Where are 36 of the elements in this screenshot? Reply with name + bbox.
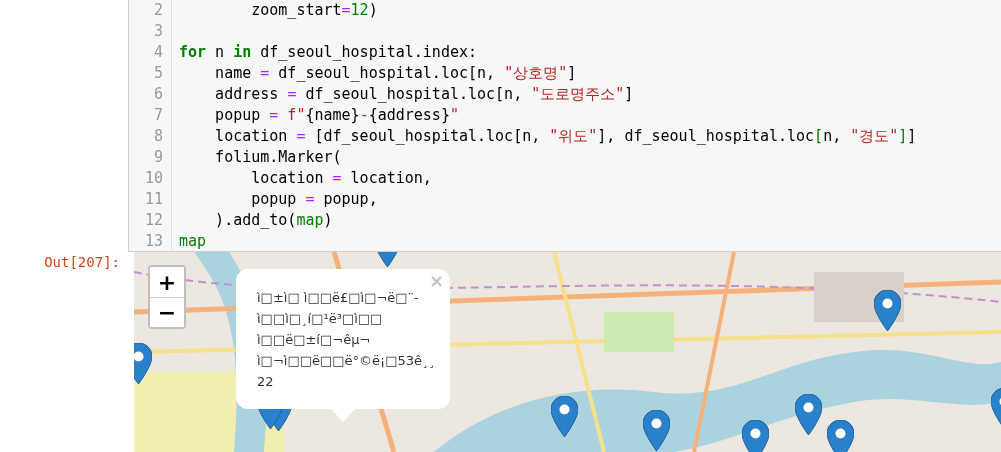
marker-icon[interactable] [874,290,901,331]
line-number: 10 [143,168,164,189]
marker-icon[interactable] [827,420,854,452]
zoom-out-button[interactable]: − [150,297,184,327]
code-line: popup = f"{name}-{address}" [214,105,459,126]
line-number: 8 [152,126,164,147]
marker-icon[interactable] [551,396,578,437]
marker-icon[interactable] [643,410,670,451]
code-line: map [179,231,207,251]
line-number: 13 [143,231,164,251]
popup-text: 22 [257,373,274,391]
popup-text: ì□±ì□ ì□□ë£□ì□¬ë□¨- [257,289,419,307]
code-line: zoom_start=12) [250,0,378,21]
marker-icon[interactable] [742,420,769,452]
code-line: folium.Marker( [214,147,342,168]
popup-text: ì□¬ì□□ë□□ë°©ë¡□53ê¸¸ [257,352,436,370]
line-number: 4 [152,42,164,63]
code-line: address = df_seoul_hospital.loc[n, "도로명주소"] [214,84,634,105]
line-number: 5 [152,63,164,84]
output-prompt: Out[207]: [44,253,121,270]
code-line: popup = popup, [250,189,378,210]
line-number: 9 [152,147,164,168]
marker-icon[interactable] [795,394,822,435]
code-line: name = df_seoul_hospital.loc[n, "상호명"] [214,63,577,84]
popup-text: ì□□ë□±í□¬êµ¬ [257,331,371,349]
code-line: location = [df_seoul_hospital.loc[n, "위도"], df_seoul_hospital.loc[n, "경도"]] [214,126,917,147]
popup-text: ì□□ì□¸í□¹ë³□ì□□ [257,310,383,328]
line-number: 6 [152,84,164,105]
line-number: 11 [143,189,164,210]
line-number: 7 [152,105,164,126]
code-line: ).add_to(map) [214,210,333,231]
line-number: 2 [152,0,164,21]
line-number: 12 [143,210,164,231]
code-line: location = location, [250,168,432,189]
code-line: for n in df_seoul_hospital.index: [179,42,478,63]
line-number: 3 [152,21,164,42]
